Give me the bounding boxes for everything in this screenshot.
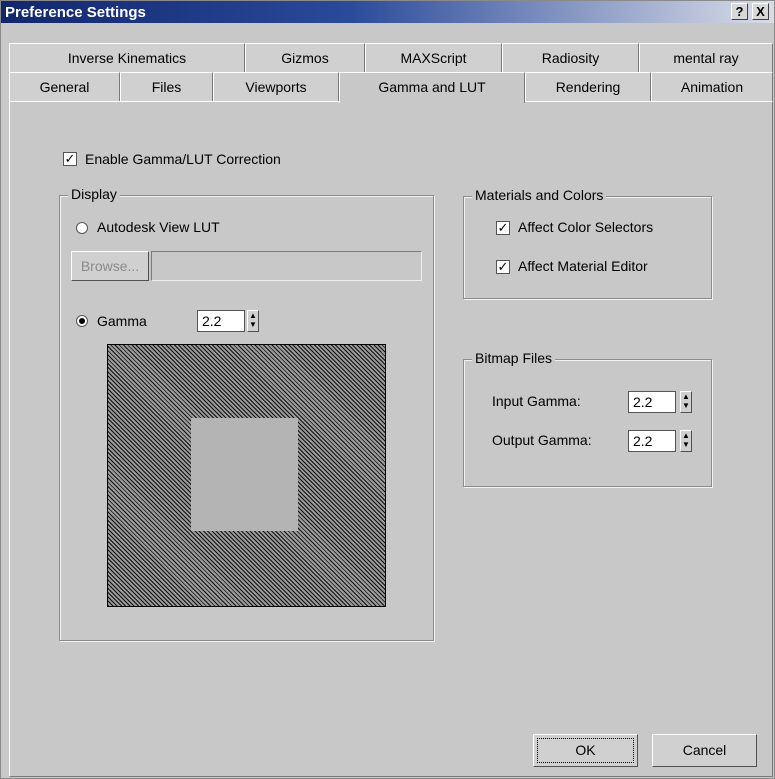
spin-up-icon[interactable]: ▲ xyxy=(682,392,690,401)
tab-mental-ray[interactable]: mental ray xyxy=(639,43,773,72)
display-gamma-input[interactable]: 2.2 xyxy=(197,310,245,332)
tab-gamma-and-lut[interactable]: Gamma and LUT xyxy=(339,72,525,103)
materials-colors-group: Materials and Colors xyxy=(463,187,712,299)
tab-row-1: Inverse Kinematics Gizmos MAXScript Radi… xyxy=(9,43,773,72)
input-gamma-spinner[interactable]: ▲ ▼ xyxy=(680,391,692,413)
gamma-radio[interactable] xyxy=(76,315,88,327)
spin-down-icon[interactable]: ▼ xyxy=(682,401,690,410)
affect-material-editor-checkbox[interactable]: ✓ xyxy=(496,260,510,274)
spin-up-icon[interactable]: ▲ xyxy=(682,431,690,440)
tab-maxscript[interactable]: MAXScript xyxy=(365,43,502,72)
tab-files[interactable]: Files xyxy=(120,72,213,101)
tab-viewports[interactable]: Viewports xyxy=(213,72,339,101)
output-gamma-label: Output Gamma: xyxy=(492,432,592,448)
output-gamma-input[interactable]: 2.2 xyxy=(628,430,676,452)
affect-color-selectors-checkbox[interactable]: ✓ xyxy=(496,221,510,235)
enable-gamma-checkbox[interactable]: ✓ xyxy=(63,152,77,166)
materials-colors-title: Materials and Colors xyxy=(472,187,607,203)
window-title: Preference Settings xyxy=(5,4,146,21)
tab-row-2: General Files Viewports Gamma and LUT Re… xyxy=(9,72,773,103)
affect-color-selectors-label: Affect Color Selectors xyxy=(518,219,654,235)
title-bar: Preference Settings ? X xyxy=(1,1,774,23)
autodesk-view-lut-radio[interactable] xyxy=(76,222,88,234)
close-button[interactable]: X xyxy=(752,3,769,20)
tab-gizmos[interactable]: Gizmos xyxy=(245,43,365,72)
output-gamma-spinner[interactable]: ▲ ▼ xyxy=(680,430,692,452)
tab-radiosity[interactable]: Radiosity xyxy=(502,43,639,72)
enable-gamma-label: Enable Gamma/LUT Correction xyxy=(85,151,281,167)
preference-settings-window: Preference Settings ? X Inverse Kinemati… xyxy=(0,0,775,779)
display-group-title: Display xyxy=(68,186,120,202)
tab-animation[interactable]: Animation xyxy=(651,72,773,101)
browse-button[interactable]: Browse... xyxy=(71,251,149,281)
help-button[interactable]: ? xyxy=(731,3,748,20)
input-gamma-label: Input Gamma: xyxy=(492,393,581,409)
spin-down-icon[interactable]: ▼ xyxy=(682,440,690,449)
bitmap-files-group: Bitmap Files xyxy=(463,350,712,487)
tab-rendering[interactable]: Rendering xyxy=(525,72,651,101)
spin-up-icon[interactable]: ▲ xyxy=(249,311,257,320)
affect-material-editor-label: Affect Material Editor xyxy=(518,258,648,274)
tab-inverse-kinematics[interactable]: Inverse Kinematics xyxy=(9,43,245,72)
spin-down-icon[interactable]: ▼ xyxy=(249,320,257,329)
bitmap-files-title: Bitmap Files xyxy=(472,350,556,366)
display-gamma-spinner[interactable]: ▲ ▼ xyxy=(247,310,259,332)
gamma-reference-swatch xyxy=(191,418,298,531)
autodesk-view-lut-label: Autodesk View LUT xyxy=(97,219,220,235)
input-gamma-input[interactable]: 2.2 xyxy=(628,391,676,413)
tab-general[interactable]: General xyxy=(9,72,120,101)
gamma-label: Gamma xyxy=(97,313,147,329)
lut-path-field[interactable] xyxy=(151,251,422,281)
ok-button[interactable]: OK xyxy=(533,734,638,767)
cancel-button[interactable]: Cancel xyxy=(652,734,757,767)
